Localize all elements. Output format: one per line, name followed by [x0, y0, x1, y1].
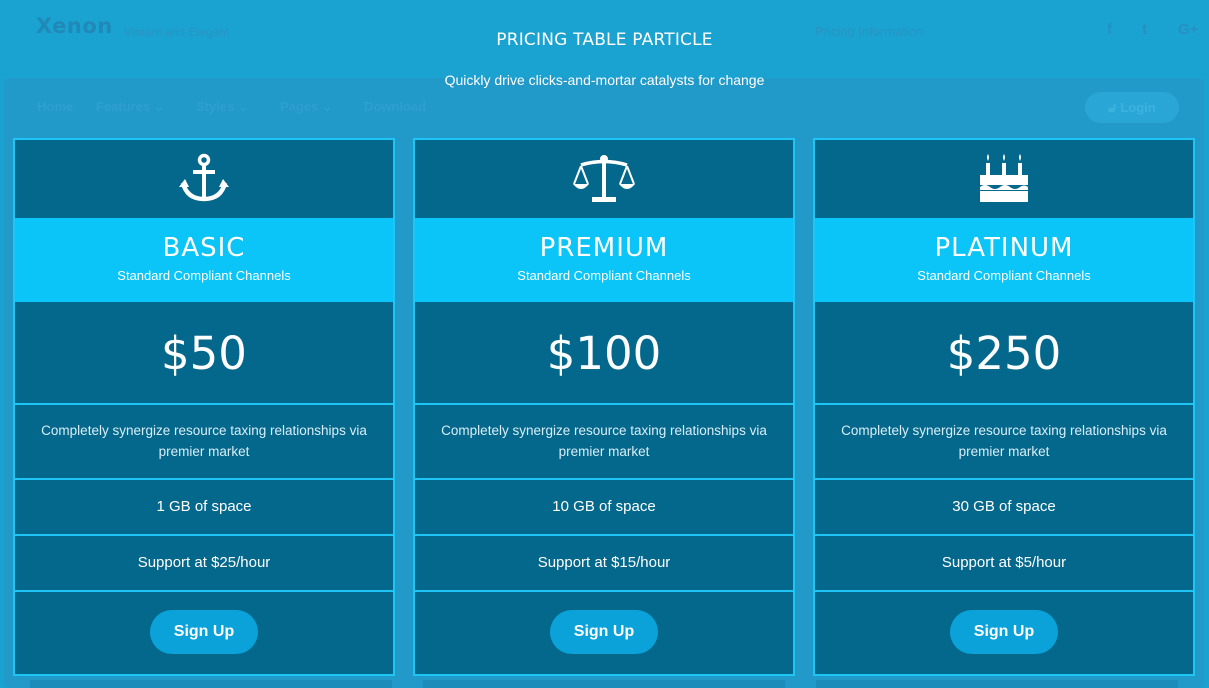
pricing-card-premium: PREMIUM Standard Compliant Channels $100… [413, 138, 795, 676]
plan-support: Support at $15/hour [415, 536, 793, 592]
nav-features: Features ⌄ [96, 99, 165, 114]
plan-tagline: Standard Compliant Channels [517, 268, 691, 283]
plan-footer: Sign Up [815, 592, 1193, 672]
plan-price: $50 [15, 302, 393, 405]
plan-support: Support at $25/hour [15, 536, 393, 592]
nav-home: Home [37, 99, 74, 114]
plan-icon-box [815, 140, 1193, 218]
background-strip [30, 680, 392, 688]
anchor-icon [179, 153, 229, 202]
plan-description: Completely synergize resource taxing rel… [415, 405, 793, 480]
plan-space: 1 GB of space [15, 480, 393, 536]
sign-up-button[interactable]: Sign Up [950, 610, 1058, 654]
plan-footer: Sign Up [415, 592, 793, 672]
section-subtitle: Quickly drive clicks-and-mortar catalyst… [444, 72, 765, 88]
pricing-card-basic: BASIC Standard Compliant Channels $50 Co… [13, 138, 395, 676]
plan-price: $250 [815, 302, 1193, 405]
plan-icon-box [415, 140, 793, 218]
plan-price: $100 [415, 302, 793, 405]
plan-tagline: Standard Compliant Channels [117, 268, 291, 283]
birthday-cake-icon [980, 154, 1028, 202]
plan-footer: Sign Up [15, 592, 393, 672]
background-strip [423, 680, 785, 688]
plan-description: Completely synergize resource taxing rel… [815, 405, 1193, 480]
plan-icon-box [15, 140, 393, 218]
plan-space: 30 GB of space [815, 480, 1193, 536]
plan-space: 10 GB of space [415, 480, 793, 536]
background-strip [816, 680, 1178, 688]
login-button: 🔓︎ Login [1085, 92, 1179, 123]
plan-support: Support at $5/hour [815, 536, 1193, 592]
plan-tagline: Standard Compliant Channels [917, 268, 1091, 283]
balance-scale-icon [573, 155, 635, 202]
plan-header: PLATINUM Standard Compliant Channels [815, 218, 1193, 302]
sign-up-button[interactable]: Sign Up [550, 610, 658, 654]
plan-header: BASIC Standard Compliant Channels [15, 218, 393, 302]
section-title: PRICING TABLE PARTICLE [496, 30, 713, 50]
nav-download: Download [364, 99, 427, 114]
lock-icon: 🔓︎ [1108, 100, 1117, 115]
plan-name: PREMIUM [539, 233, 669, 263]
plan-name: BASIC [162, 233, 246, 263]
nav-pages: Pages ⌄ [280, 99, 333, 114]
plan-header: PREMIUM Standard Compliant Channels [415, 218, 793, 302]
plan-description: Completely synergize resource taxing rel… [15, 405, 393, 480]
pricing-card-platinum: PLATINUM Standard Compliant Channels $25… [813, 138, 1195, 676]
plan-name: PLATINUM [934, 233, 1074, 263]
sign-up-button[interactable]: Sign Up [150, 610, 258, 654]
nav-styles: Styles ⌄ [196, 99, 249, 114]
